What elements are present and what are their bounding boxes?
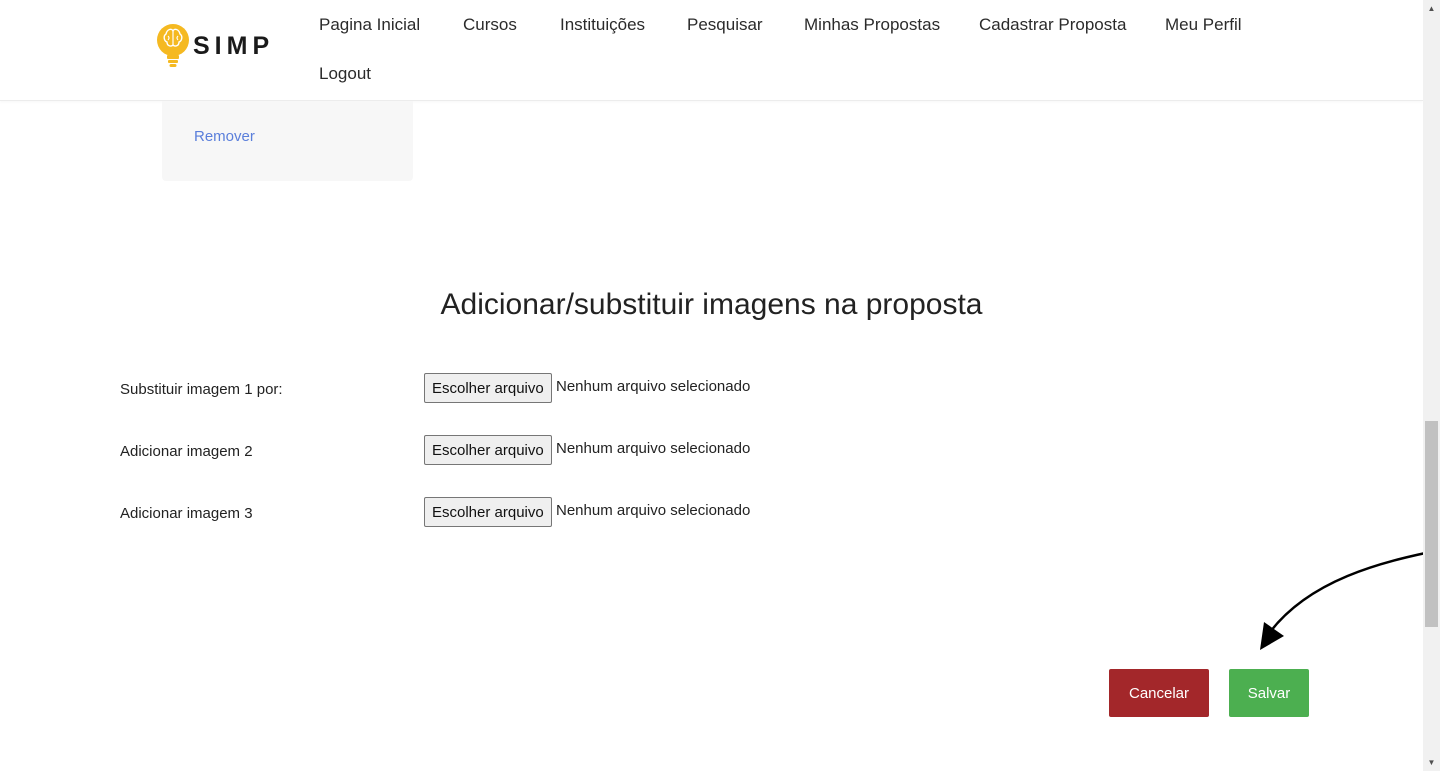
choose-file-button-2[interactable]: Escolher arquivo	[424, 435, 552, 465]
choose-file-button-3[interactable]: Escolher arquivo	[424, 497, 552, 527]
top-navbar: SIMP Pagina Inicial Cursos Instituições …	[0, 0, 1423, 101]
cancel-button[interactable]: Cancelar	[1109, 669, 1209, 717]
section-title: Adicionar/substituir imagens na proposta	[440, 288, 983, 321]
nav-cadastrar-proposta[interactable]: Cadastrar Proposta	[979, 15, 1126, 35]
scroll-down-icon[interactable]: ▼	[1423, 754, 1440, 771]
nav-pagina-inicial[interactable]: Pagina Inicial	[319, 15, 420, 35]
nav-meu-perfil[interactable]: Meu Perfil	[1165, 15, 1242, 35]
nav-pesquisar[interactable]: Pesquisar	[687, 15, 763, 35]
remover-link[interactable]: Remover	[194, 128, 255, 145]
lightbulb-brain-icon	[157, 22, 189, 74]
vertical-scrollbar[interactable]: ▲ ▼	[1423, 0, 1440, 771]
nav-instituicoes[interactable]: Instituições	[560, 15, 645, 35]
scrollbar-thumb[interactable]	[1425, 421, 1438, 627]
image-card: Remover	[162, 101, 413, 181]
row-label-image-3: Adicionar imagem 3	[120, 505, 253, 522]
file-status-1: Nenhum arquivo selecionado	[556, 378, 751, 395]
nav-cursos[interactable]: Cursos	[463, 15, 517, 35]
nav-minhas-propostas[interactable]: Minhas Propostas	[804, 15, 940, 35]
file-status-3: Nenhum arquivo selecionado	[556, 502, 751, 519]
nav-logout[interactable]: Logout	[319, 64, 371, 84]
site-logo[interactable]: SIMP	[157, 22, 274, 74]
logo-text: SIMP	[193, 31, 275, 60]
choose-file-button-1[interactable]: Escolher arquivo	[424, 373, 552, 403]
curved-arrow-icon	[1260, 548, 1440, 650]
save-button[interactable]: Salvar	[1229, 669, 1309, 717]
scroll-up-icon[interactable]: ▲	[1423, 0, 1440, 17]
file-status-2: Nenhum arquivo selecionado	[556, 440, 751, 457]
row-label-image-1: Substituir imagem 1 por:	[120, 381, 283, 398]
row-label-image-2: Adicionar imagem 2	[120, 443, 253, 460]
